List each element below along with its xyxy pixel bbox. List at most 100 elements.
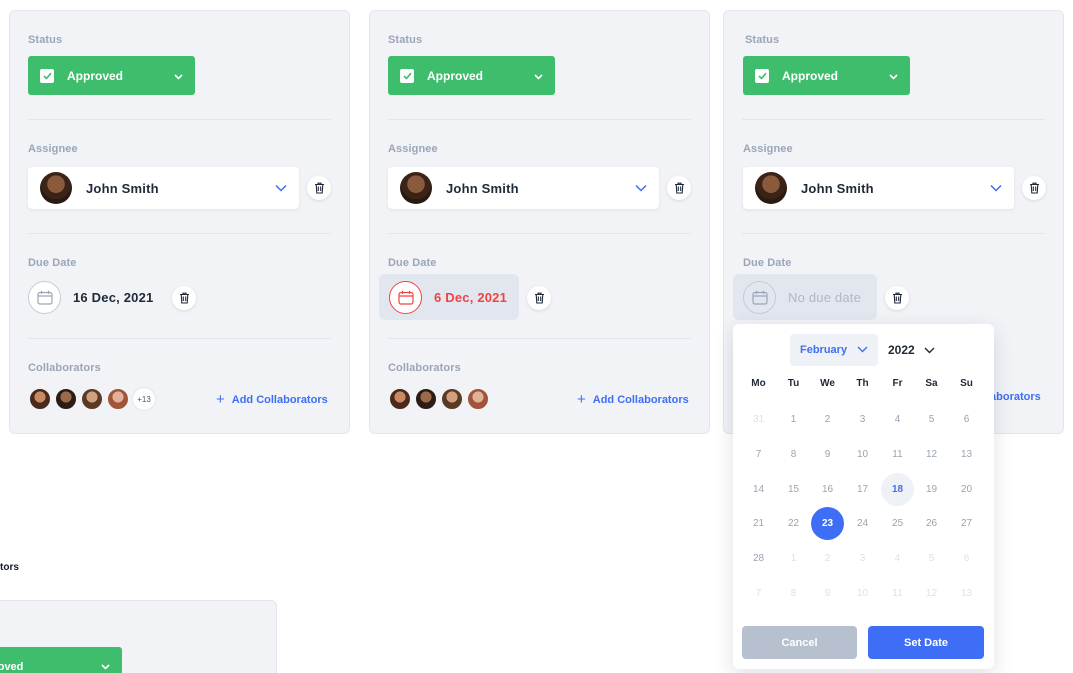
- weekday-header: Th: [856, 378, 869, 389]
- calendar-day-outside: 5: [928, 553, 935, 565]
- avatar[interactable]: [440, 387, 464, 411]
- divider: [742, 119, 1045, 120]
- divider: [28, 119, 331, 120]
- due-date-value: 16 Dec, 2021: [73, 290, 154, 305]
- trash-icon: [314, 182, 324, 194]
- due-date-field[interactable]: No due date: [733, 274, 877, 320]
- divider: [388, 233, 691, 234]
- avatar[interactable]: [466, 387, 490, 411]
- calendar-day[interactable]: 9: [811, 438, 844, 471]
- due-date-label: Due Date: [388, 257, 437, 269]
- due-date-field[interactable]: 6 Dec, 2021: [379, 274, 519, 320]
- task-card-1: Status Approved Assignee John Smith Due …: [9, 10, 350, 434]
- task-card-2: Status Approved Assignee John Smith Due …: [369, 10, 710, 434]
- trash-icon: [179, 292, 189, 304]
- collaborator-list: [388, 387, 492, 411]
- add-collaborators-button[interactable]: laborators: [987, 391, 1041, 403]
- calendar-day[interactable]: 22: [777, 507, 810, 540]
- add-collaborators-button[interactable]: + Add Collaborators: [577, 391, 689, 408]
- cancel-button[interactable]: Cancel: [742, 626, 857, 659]
- status-dropdown[interactable]: pproved: [0, 647, 122, 673]
- collaborators-label: Collaborators: [388, 362, 461, 374]
- calendar-day[interactable]: 4: [881, 403, 914, 436]
- add-collaborators-button[interactable]: + Add Collaborators: [216, 391, 328, 408]
- calendar-day[interactable]: 21: [742, 507, 775, 540]
- calendar-day[interactable]: 12: [915, 438, 948, 471]
- calendar-day-outside: 12: [925, 588, 938, 599]
- due-date-field[interactable]: 16 Dec, 2021: [28, 281, 153, 314]
- chevron-down-icon: [101, 661, 110, 673]
- plus-icon: +: [216, 391, 225, 408]
- remove-assignee-button[interactable]: [307, 176, 331, 200]
- avatar[interactable]: [388, 387, 412, 411]
- assignee-dropdown[interactable]: John Smith: [388, 167, 659, 209]
- calendar-day[interactable]: 26: [915, 507, 948, 540]
- calendar-day[interactable]: 1: [777, 403, 810, 436]
- calendar-day[interactable]: 15: [777, 473, 810, 506]
- calendar-day[interactable]: 25: [881, 507, 914, 540]
- year-select[interactable]: 2022: [888, 334, 935, 366]
- calendar-day[interactable]: 5: [915, 403, 948, 436]
- divider: [388, 119, 691, 120]
- calendar-day[interactable]: 16: [811, 473, 844, 506]
- assignee-name: John Smith: [801, 180, 874, 196]
- calendar-day[interactable]: 28: [742, 542, 775, 575]
- chevron-down-icon: [924, 343, 935, 357]
- calendar-day-today[interactable]: 18: [881, 472, 914, 506]
- calendar-day[interactable]: 3: [846, 403, 879, 436]
- check-icon: [755, 68, 769, 83]
- trash-icon: [1029, 182, 1039, 194]
- calendar-day[interactable]: 11: [881, 438, 914, 471]
- status-dropdown[interactable]: Approved: [28, 56, 195, 95]
- status-dropdown[interactable]: Approved: [388, 56, 555, 95]
- status-label: Status: [28, 34, 63, 46]
- calendar-day[interactable]: 7: [742, 438, 775, 471]
- calendar-day[interactable]: 27: [950, 507, 983, 540]
- set-date-button[interactable]: Set Date: [868, 626, 984, 659]
- weekday-header: We: [820, 378, 835, 389]
- check-icon: [40, 68, 54, 83]
- avatar[interactable]: [28, 387, 52, 411]
- status-value: Approved: [427, 68, 484, 83]
- avatar[interactable]: [54, 387, 78, 411]
- calendar-day[interactable]: 10: [846, 438, 879, 471]
- calendar-day[interactable]: 8: [777, 438, 810, 471]
- calendar-day[interactable]: 6: [950, 403, 983, 436]
- date-picker-popover: February 2022 Cancel Set Date Mo Tu We Th Fr…: [733, 324, 994, 669]
- chevron-down-icon: [889, 69, 898, 83]
- avatar[interactable]: [414, 387, 438, 411]
- calendar-day-outside: 13: [960, 588, 973, 599]
- add-collaborators-label: Add Collaborators: [592, 393, 689, 406]
- more-collaborators-badge[interactable]: +13: [132, 387, 156, 411]
- avatar[interactable]: [80, 387, 104, 411]
- calendar-day[interactable]: 2: [811, 403, 844, 436]
- calendar-day[interactable]: 17: [846, 473, 879, 506]
- year-value: 2022: [888, 343, 915, 357]
- calendar-day-outside: 11: [892, 588, 903, 599]
- calendar-day[interactable]: 20: [950, 473, 983, 506]
- assignee-dropdown[interactable]: John Smith: [743, 167, 1014, 209]
- calendar-day-outside: 2: [824, 553, 831, 565]
- status-value: Approved: [67, 68, 124, 83]
- remove-due-date-button[interactable]: [885, 286, 909, 310]
- calendar-day-selected[interactable]: 23: [811, 507, 844, 541]
- status-dropdown[interactable]: Approved: [743, 56, 910, 95]
- remove-due-date-button[interactable]: [527, 286, 551, 310]
- remove-assignee-button[interactable]: [1022, 176, 1046, 200]
- month-select[interactable]: February: [790, 334, 878, 366]
- month-value: February: [800, 344, 848, 356]
- assignee-dropdown[interactable]: John Smith: [28, 167, 299, 209]
- calendar-day-outside: 10: [856, 588, 869, 599]
- calendar-day-outside: 4: [894, 553, 901, 565]
- weekday-header: Tu: [787, 378, 800, 389]
- calendar-day-outside: 7: [755, 588, 762, 599]
- calendar-day[interactable]: 19: [915, 473, 948, 506]
- calendar-day[interactable]: 24: [846, 507, 879, 540]
- remove-assignee-button[interactable]: [667, 176, 691, 200]
- calendar-day[interactable]: 13: [950, 438, 983, 471]
- remove-due-date-button[interactable]: [172, 286, 196, 310]
- assignee-label: Assignee: [28, 143, 78, 155]
- plus-icon: +: [577, 391, 586, 408]
- avatar[interactable]: [106, 387, 130, 411]
- calendar-day[interactable]: 14: [742, 473, 775, 506]
